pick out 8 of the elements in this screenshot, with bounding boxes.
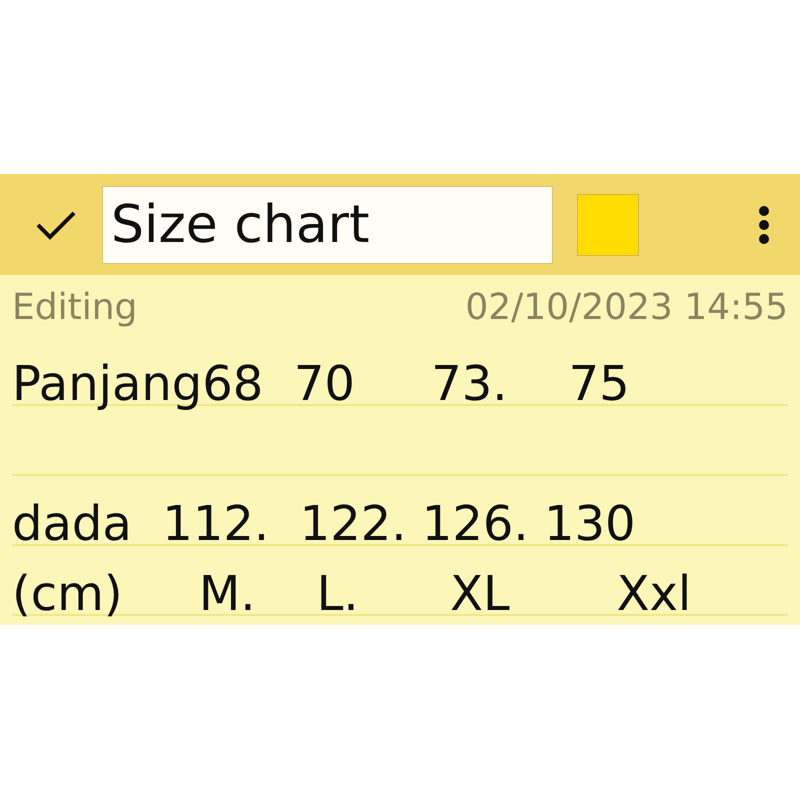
mode-label: Editing xyxy=(12,286,138,330)
note-text-line: Panjang68 70 73. 75 xyxy=(12,356,630,412)
more-options-icon[interactable] xyxy=(758,204,770,244)
timestamp: 02/10/2023 14:55 xyxy=(465,286,788,330)
note-text-line: dada 112. 122. 126. 130 xyxy=(12,496,636,552)
note-text-line: (cm) M. L. XL Xxl xyxy=(12,566,692,622)
color-swatch[interactable] xyxy=(577,194,639,256)
title-field[interactable]: Size chart xyxy=(102,186,553,264)
